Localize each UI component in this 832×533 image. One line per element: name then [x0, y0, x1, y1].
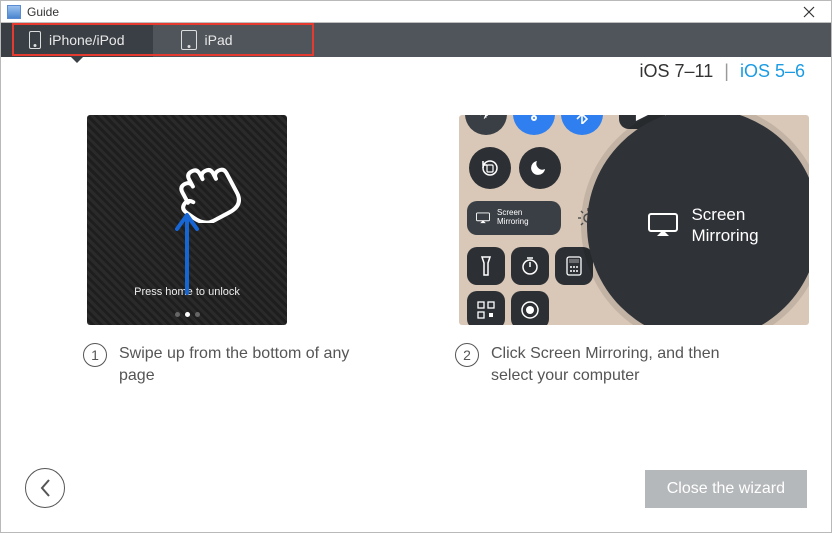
cc-screen-mirroring-tile: Screen Mirroring [467, 201, 561, 235]
cc-bluetooth-icon [561, 115, 603, 135]
step-1-text: Swipe up from the bottom of any page [119, 343, 379, 386]
cc-rotation-lock-icon [469, 147, 511, 189]
cc-dnd-icon [519, 147, 561, 189]
cc-calculator-icon [555, 247, 593, 285]
step-2-number: 2 [455, 343, 479, 367]
cc-airplane-icon: ✈ [465, 115, 507, 135]
step-2-illustration: ✈ ▶ [459, 115, 809, 325]
iphone-icon [29, 31, 41, 49]
swipe-arrow-icon [173, 205, 201, 295]
tab-iphone-ipod[interactable]: iPhone/iPod [1, 23, 153, 57]
step-1: Press home to unlock 1 Swipe up from the… [23, 115, 401, 386]
zoom-circle: Screen Mirroring [587, 115, 809, 325]
zoom-circle-label: Screen Mirroring [691, 204, 758, 247]
steps-row: Press home to unlock 1 Swipe up from the… [23, 115, 809, 386]
chevron-left-icon [38, 478, 52, 498]
tab-label: iPhone/iPod [49, 32, 125, 48]
ios-version-other-link[interactable]: iOS 5–6 [740, 61, 805, 81]
tab-label: iPad [205, 32, 233, 48]
ios-version-switch: iOS 7–11 | iOS 5–6 [640, 61, 805, 82]
cc-qr-icon [467, 291, 505, 325]
cc-flashlight-icon [467, 247, 505, 285]
app-icon [7, 5, 21, 19]
step-2: ✈ ▶ [429, 115, 809, 386]
close-wizard-button[interactable]: Close the wizard [645, 470, 807, 508]
cc-record-icon [511, 291, 549, 325]
tab-ipad[interactable]: iPad [153, 23, 261, 57]
ios-version-current: iOS 7–11 [640, 61, 714, 81]
step-1-illustration: Press home to unlock [87, 115, 287, 325]
cc-wifi-icon [513, 115, 555, 135]
ipad-icon [181, 30, 197, 50]
window-title: Guide [27, 5, 789, 19]
ios-version-divider: | [724, 61, 729, 81]
content-area: iOS 7–11 | iOS 5–6 Press home to unlock [1, 57, 831, 532]
window-close-button[interactable] [789, 1, 829, 23]
airplay-icon [647, 212, 679, 238]
back-button[interactable] [25, 468, 65, 508]
page-dots [175, 312, 200, 317]
cc-screen-mirroring-label: Screen Mirroring [497, 209, 529, 227]
step-2-text: Click Screen Mirroring, and then select … [491, 343, 751, 386]
cc-timer-icon [511, 247, 549, 285]
device-tabstrip: iPhone/iPod iPad [1, 23, 831, 57]
step-1-number: 1 [83, 343, 107, 367]
window-titlebar: Guide [1, 1, 831, 23]
close-icon [803, 6, 815, 18]
